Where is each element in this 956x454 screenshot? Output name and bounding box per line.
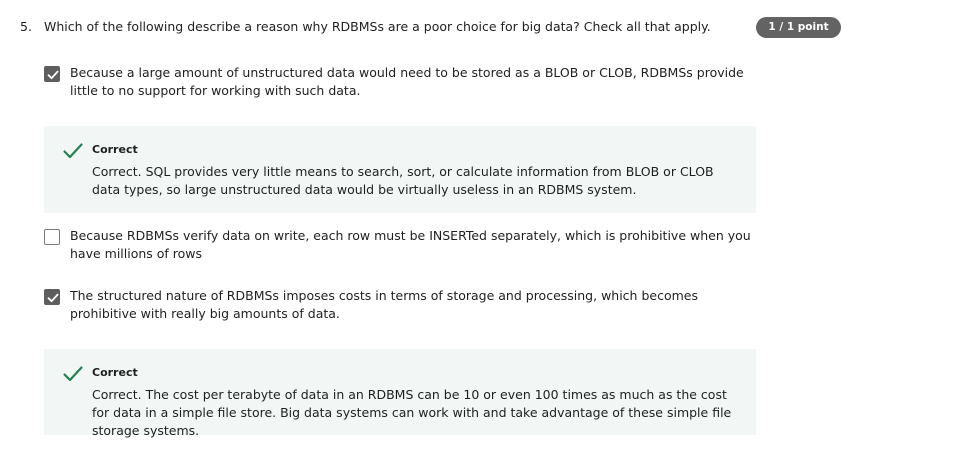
checkbox-checked-icon[interactable] [44,289,60,305]
feedback-text: Correct. SQL provides very little means … [92,164,714,197]
option-1[interactable]: Because a large amount of unstructured d… [44,65,756,102]
checkbox-unchecked-icon[interactable] [44,229,60,245]
checkmark-icon [62,365,84,386]
option-label: The structured nature of RDBMSs imposes … [70,288,698,321]
option-3[interactable]: The structured nature of RDBMSs imposes … [44,288,756,325]
question-number: 5. [20,19,32,34]
feedback-title: Correct [92,366,138,379]
option-label: Because RDBMSs verify data on write, eac… [70,228,751,261]
checkbox-checked-icon[interactable] [44,66,60,82]
feedback-text: Correct. The cost per terabyte of data i… [92,387,732,438]
option-2[interactable]: Because RDBMSs verify data on write, eac… [44,228,756,265]
feedback-panel: Correct Correct. The cost per terabyte o… [44,349,756,438]
option-label: Because a large amount of unstructured d… [70,65,744,98]
feedback-title: Correct [92,143,138,156]
question-text: Which of the following describe a reason… [44,19,711,34]
feedback-panel: Correct Correct. SQL provides very littl… [44,126,756,213]
checkmark-icon [62,142,84,163]
score-badge: 1 / 1 point [756,17,841,38]
